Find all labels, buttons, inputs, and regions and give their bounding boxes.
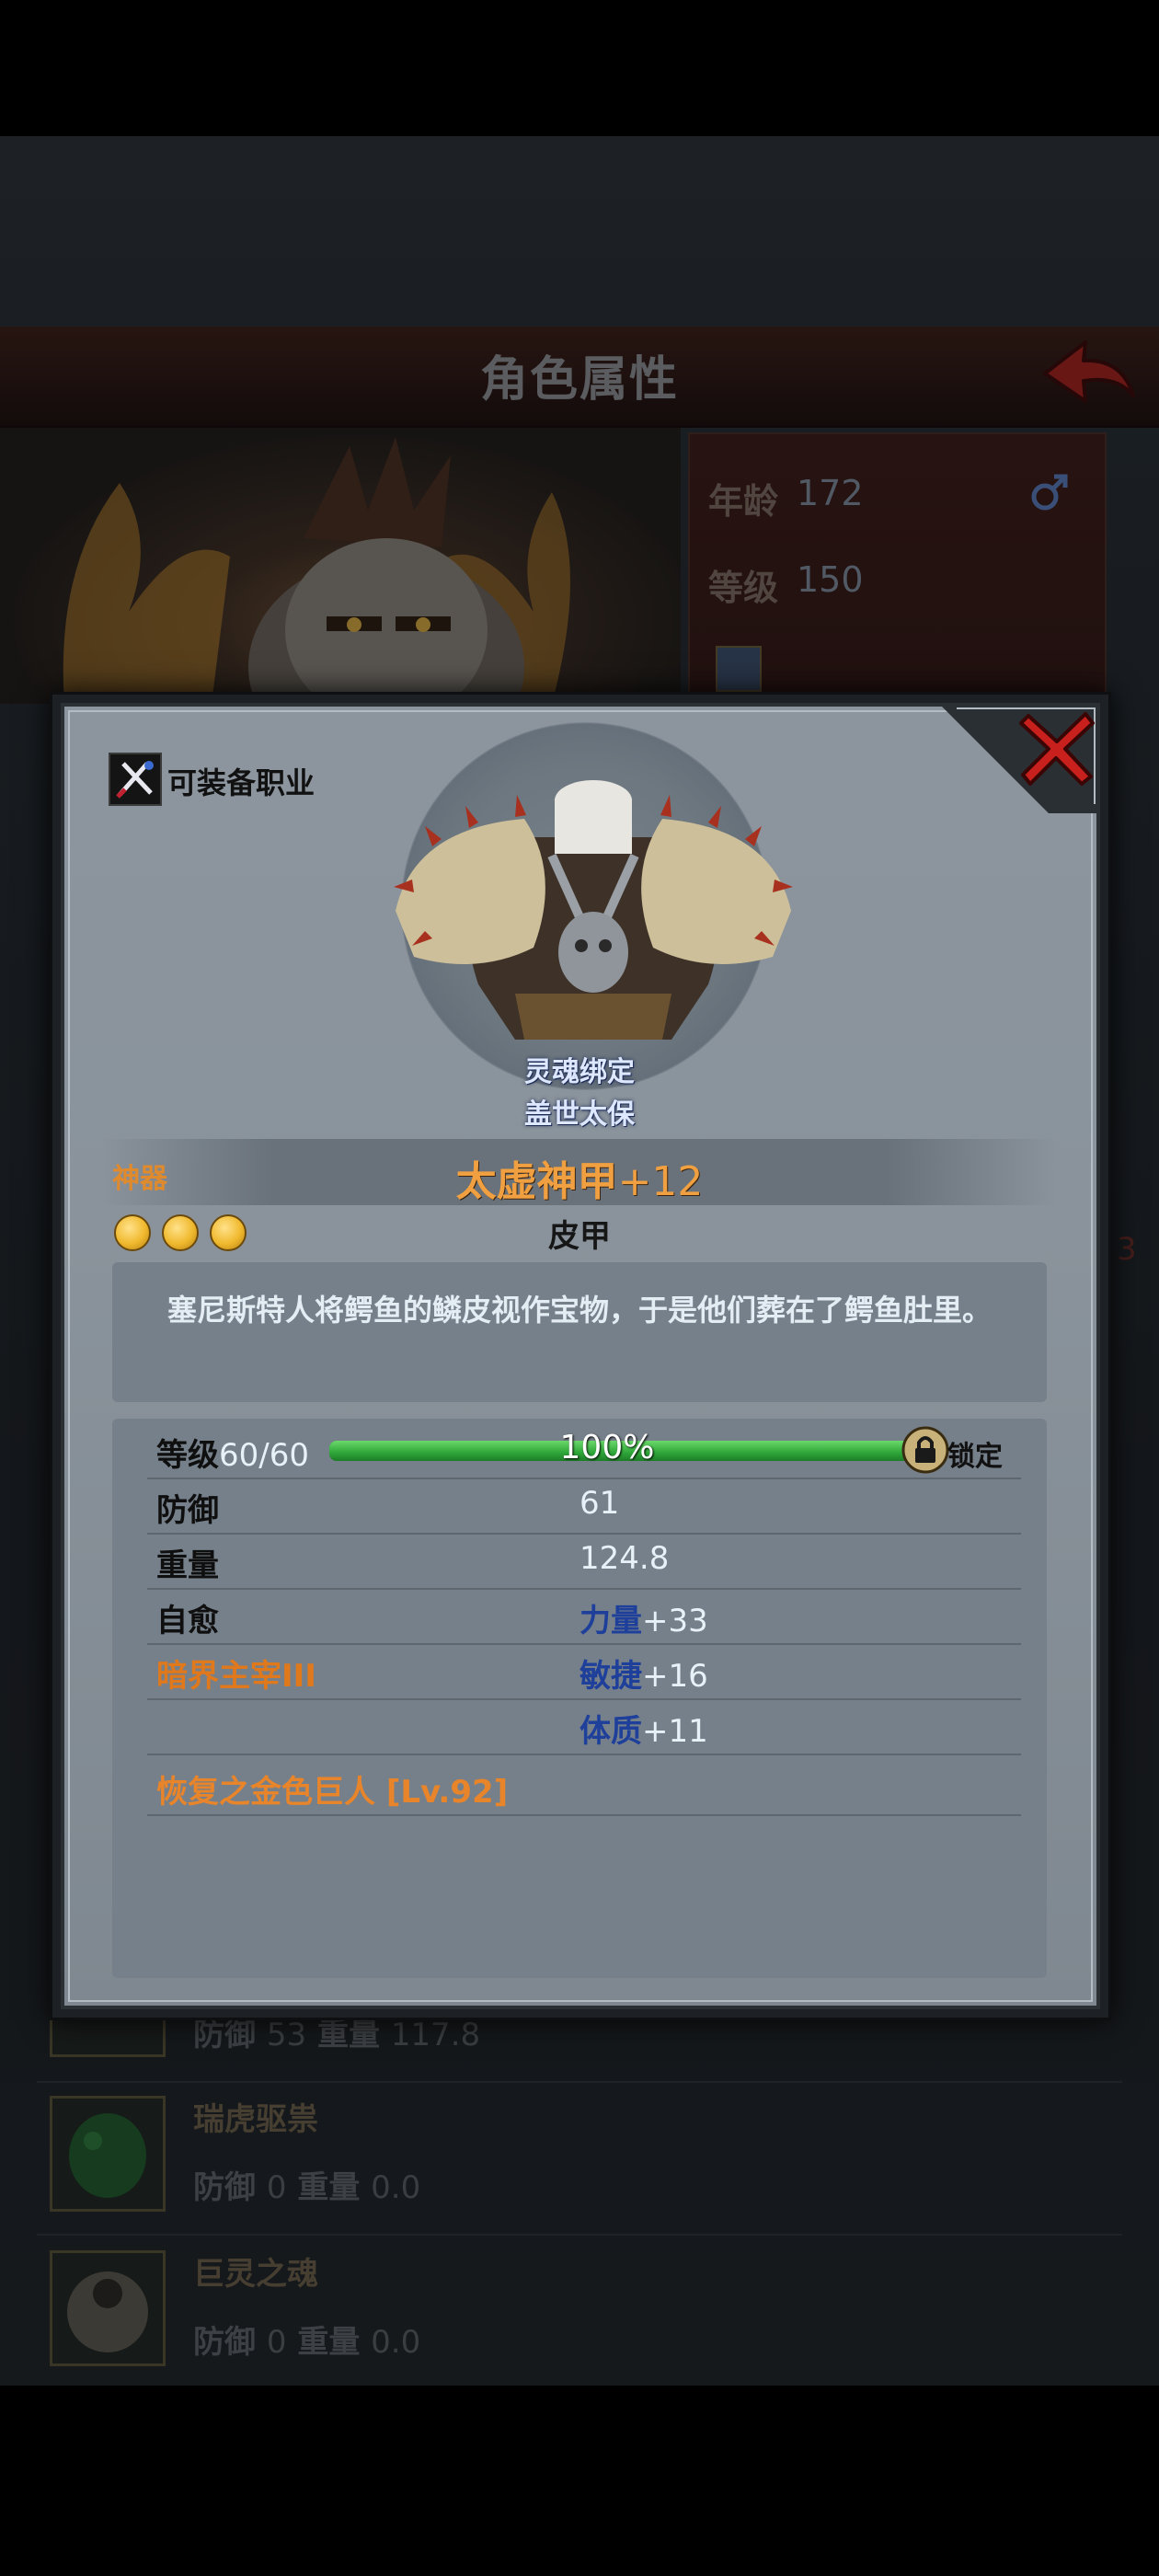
- row-divider: [147, 1478, 1021, 1479]
- equip-class-icon[interactable]: [109, 753, 162, 806]
- enhancement-level: +12: [617, 1158, 704, 1205]
- level-percent: 100%: [559, 1429, 655, 1466]
- level-row: 等级60/60: [156, 1430, 309, 1475]
- constitution-bonus: 体质+11: [580, 1713, 708, 1750]
- dark-lord-skill: 暗界主宰III: [156, 1658, 316, 1695]
- item-description: 塞尼斯特人将鳄鱼的鳞皮视作宝物，于是他们葬在了鳄鱼肚里。: [166, 1293, 992, 1328]
- row-divider: [147, 1698, 1021, 1700]
- set-bonus: 恢复之金色巨人 [Lv.92]: [156, 1774, 509, 1811]
- row-divider: [147, 1814, 1021, 1816]
- row-divider: [147, 1643, 1021, 1645]
- defense-value: 61: [580, 1485, 620, 1522]
- item-type: 皮甲: [548, 1218, 611, 1255]
- soul-bound-status: 灵魂绑定: [524, 1056, 635, 1088]
- defense-label: 防御: [156, 1492, 219, 1529]
- star-icon: [114, 1214, 151, 1251]
- level-value: 60/60: [219, 1437, 309, 1474]
- fur-armor-icon: [394, 780, 793, 1040]
- item-name: 太虚神甲: [455, 1158, 618, 1205]
- owner-name: 盖世太保: [524, 1098, 635, 1131]
- lock-icon[interactable]: [901, 1426, 949, 1474]
- star-icon: [162, 1214, 199, 1251]
- row-divider: [147, 1533, 1021, 1535]
- star-icon: [210, 1214, 247, 1251]
- agility-bonus: 敏捷+16: [580, 1658, 708, 1695]
- item-title: 太虚神甲+12: [350, 1148, 809, 1207]
- weight-value: 124.8: [580, 1540, 670, 1577]
- row-divider: [147, 1754, 1021, 1755]
- strength-bonus: 力量+33: [580, 1603, 708, 1639]
- equip-class-label[interactable]: 可装备职业: [167, 760, 315, 802]
- rarity-label: 神器: [112, 1163, 167, 1195]
- level-label: 等级: [156, 1437, 219, 1474]
- lock-label[interactable]: 锁定: [947, 1433, 1003, 1474]
- row-divider: [147, 1588, 1021, 1590]
- weight-label: 重量: [156, 1547, 219, 1584]
- close-icon[interactable]: [1016, 707, 1098, 789]
- self-heal-label: 自愈: [156, 1603, 219, 1639]
